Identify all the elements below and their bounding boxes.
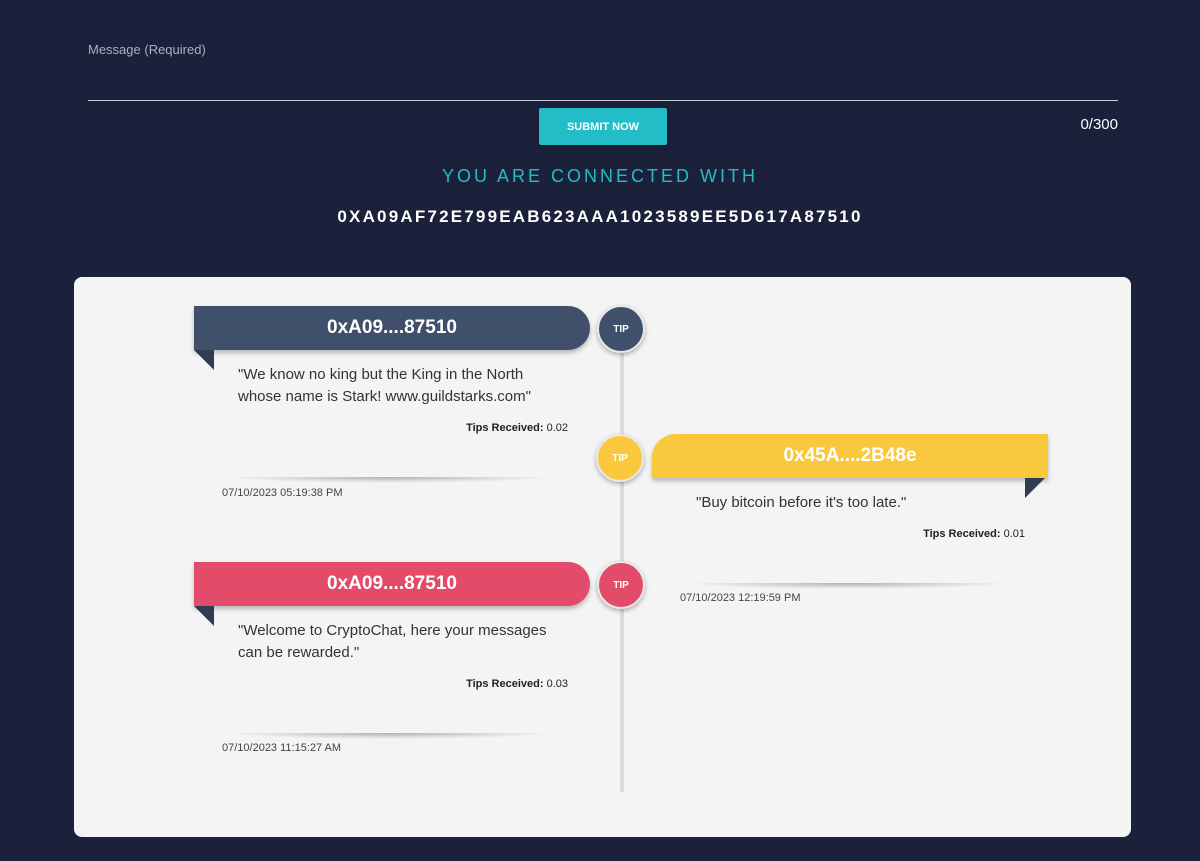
tips-received: Tips Received: 0.01 — [874, 528, 1025, 540]
message-timestamp: 07/10/2023 12:19:59 PM — [680, 592, 801, 604]
character-counter: 0/300 — [1080, 116, 1118, 133]
wallet-address: 0XA09AF72E799EAB623AAA1023589EE5D617A875… — [337, 207, 863, 226]
message-timestamp: 07/10/2023 11:15:27 AM — [222, 742, 342, 754]
tips-received-value: 0.02 — [546, 422, 568, 434]
message-text: "We know no king but the King in the Nor… — [238, 366, 531, 405]
tips-received-label: Tips Received: — [923, 528, 1001, 540]
sender-banner: 0xA09....87510 — [194, 306, 590, 350]
tip-button[interactable]: TIP — [596, 434, 644, 482]
tips-received-label: Tips Received: — [466, 678, 544, 690]
message-input[interactable] — [88, 60, 1118, 101]
banner-fold — [194, 606, 214, 626]
banner-fold — [194, 350, 214, 370]
tips-received: Tips Received: 0.02 — [464, 422, 568, 434]
message-timestamp: 07/10/2023 05:19:38 PM — [222, 487, 343, 499]
tip-button[interactable]: TIP — [597, 305, 645, 353]
sender-banner: 0x45A....2B48e — [652, 434, 1048, 478]
submit-button[interactable]: SUBMIT NOW — [539, 108, 667, 145]
divider-shadow — [224, 477, 554, 483]
tips-received-label: Tips Received: — [466, 422, 544, 434]
tip-button[interactable]: TIP — [597, 561, 645, 609]
banner-fold — [1025, 478, 1045, 498]
message-timeline: 0xA09....87510 TIP "We know no king but … — [74, 277, 1131, 837]
connected-title: YOU ARE CONNECTED WITH — [441, 166, 758, 186]
divider-shadow — [684, 583, 1014, 589]
message-text: "Welcome to CryptoChat, here your messag… — [238, 622, 547, 661]
message-label: Message (Required) — [88, 42, 206, 57]
tips-received-value: 0.01 — [1003, 528, 1025, 540]
tips-received-value: 0.03 — [546, 678, 568, 690]
message-text: "Buy bitcoin before it's too late." — [696, 494, 907, 511]
tips-received: Tips Received: 0.03 — [464, 678, 568, 690]
divider-shadow — [224, 733, 554, 739]
sender-banner: 0xA09....87510 — [194, 562, 590, 606]
